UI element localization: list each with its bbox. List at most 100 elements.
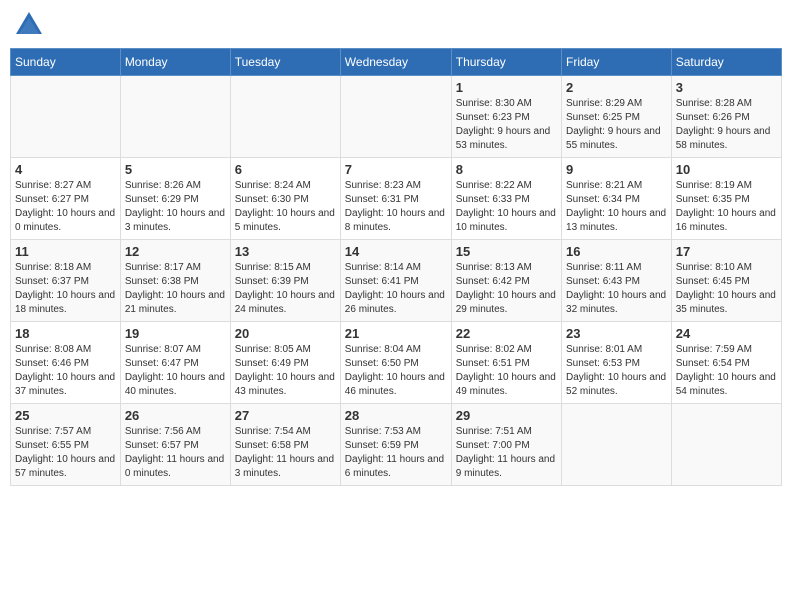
day-info: Sunrise: 8:28 AM Sunset: 6:26 PM Dayligh… — [676, 97, 777, 153]
day-info: Sunrise: 8:15 AM Sunset: 6:39 PM Dayligh… — [235, 261, 336, 317]
day-number: 16 — [566, 244, 667, 259]
day-info: Sunrise: 8:05 AM Sunset: 6:49 PM Dayligh… — [235, 343, 336, 399]
calendar-cell — [562, 404, 672, 486]
day-info: Sunrise: 8:22 AM Sunset: 6:33 PM Dayligh… — [456, 179, 557, 235]
day-info: Sunrise: 8:23 AM Sunset: 6:31 PM Dayligh… — [345, 179, 447, 235]
day-of-week-header: Tuesday — [230, 49, 340, 76]
day-number: 7 — [345, 162, 447, 177]
day-number: 23 — [566, 326, 667, 341]
day-info: Sunrise: 8:13 AM Sunset: 6:42 PM Dayligh… — [456, 261, 557, 317]
day-info: Sunrise: 8:04 AM Sunset: 6:50 PM Dayligh… — [345, 343, 447, 399]
calendar-table: SundayMondayTuesdayWednesdayThursdayFrid… — [10, 48, 782, 486]
calendar-cell: 18 Sunrise: 8:08 AM Sunset: 6:46 PM Dayli… — [11, 322, 121, 404]
calendar-cell — [120, 76, 230, 158]
logo — [14, 10, 48, 40]
day-number: 9 — [566, 162, 667, 177]
day-of-week-header: Sunday — [11, 49, 121, 76]
calendar-week-row: 25 Sunrise: 7:57 AM Sunset: 6:55 PM Dayli… — [11, 404, 782, 486]
day-number: 27 — [235, 408, 336, 423]
day-info: Sunrise: 8:19 AM Sunset: 6:35 PM Dayligh… — [676, 179, 777, 235]
calendar-cell: 12 Sunrise: 8:17 AM Sunset: 6:38 PM Dayli… — [120, 240, 230, 322]
calendar-cell: 9 Sunrise: 8:21 AM Sunset: 6:34 PM Daylig… — [562, 158, 672, 240]
day-info: Sunrise: 7:51 AM Sunset: 7:00 PM Dayligh… — [456, 425, 557, 481]
page-header — [10, 10, 782, 40]
day-number: 8 — [456, 162, 557, 177]
calendar-cell: 21 Sunrise: 8:04 AM Sunset: 6:50 PM Dayli… — [340, 322, 451, 404]
calendar-cell — [340, 76, 451, 158]
day-number: 15 — [456, 244, 557, 259]
calendar-cell: 22 Sunrise: 8:02 AM Sunset: 6:51 PM Dayli… — [451, 322, 561, 404]
day-number: 24 — [676, 326, 777, 341]
day-of-week-header: Saturday — [671, 49, 781, 76]
calendar-week-row: 11Sunrise: 8:18 AM Sunset: 6:37 PM Dayli… — [11, 240, 782, 322]
calendar-cell: 26 Sunrise: 7:56 AM Sunset: 6:57 PM Dayli… — [120, 404, 230, 486]
day-number: 14 — [345, 244, 447, 259]
day-info: Sunrise: 8:27 AM Sunset: 6:27 PM Dayligh… — [15, 179, 116, 235]
calendar-cell: 5Sunrise: 8:26 AM Sunset: 6:29 PM Daylig… — [120, 158, 230, 240]
calendar-cell: 28 Sunrise: 7:53 AM Sunset: 6:59 PM Dayli… — [340, 404, 451, 486]
day-info: Sunrise: 8:07 AM Sunset: 6:47 PM Dayligh… — [125, 343, 226, 399]
calendar-cell: 2Sunrise: 8:29 AM Sunset: 6:25 PM Daylig… — [562, 76, 672, 158]
calendar-cell: 15 Sunrise: 8:13 AM Sunset: 6:42 PM Dayli… — [451, 240, 561, 322]
calendar-cell: 3 Sunrise: 8:28 AM Sunset: 6:26 PM Daylig… — [671, 76, 781, 158]
day-number: 20 — [235, 326, 336, 341]
day-number: 18 — [15, 326, 116, 341]
calendar-cell: 10 Sunrise: 8:19 AM Sunset: 6:35 PM Dayli… — [671, 158, 781, 240]
day-info: Sunrise: 8:10 AM Sunset: 6:45 PM Dayligh… — [676, 261, 777, 317]
day-info: Sunrise: 8:18 AM Sunset: 6:37 PM Dayligh… — [15, 261, 116, 317]
calendar-cell: 6 Sunrise: 8:24 AM Sunset: 6:30 PM Daylig… — [230, 158, 340, 240]
calendar-cell: 14Sunrise: 8:14 AM Sunset: 6:41 PM Dayli… — [340, 240, 451, 322]
day-info: Sunrise: 7:57 AM Sunset: 6:55 PM Dayligh… — [15, 425, 116, 481]
day-number: 21 — [345, 326, 447, 341]
day-of-week-header: Monday — [120, 49, 230, 76]
day-number: 6 — [235, 162, 336, 177]
calendar-cell: 20 Sunrise: 8:05 AM Sunset: 6:49 PM Dayli… — [230, 322, 340, 404]
day-number: 12 — [125, 244, 226, 259]
calendar-week-row: 18 Sunrise: 8:08 AM Sunset: 6:46 PM Dayli… — [11, 322, 782, 404]
calendar-cell: 29 Sunrise: 7:51 AM Sunset: 7:00 PM Dayli… — [451, 404, 561, 486]
day-number: 2 — [566, 80, 667, 95]
day-info: Sunrise: 8:24 AM Sunset: 6:30 PM Dayligh… — [235, 179, 336, 235]
day-number: 17 — [676, 244, 777, 259]
day-number: 3 — [676, 80, 777, 95]
day-info: Sunrise: 7:54 AM Sunset: 6:58 PM Dayligh… — [235, 425, 336, 481]
day-number: 26 — [125, 408, 226, 423]
day-number: 19 — [125, 326, 226, 341]
day-info: Sunrise: 7:53 AM Sunset: 6:59 PM Dayligh… — [345, 425, 447, 481]
day-number: 28 — [345, 408, 447, 423]
day-number: 29 — [456, 408, 557, 423]
calendar-cell: 17 Sunrise: 8:10 AM Sunset: 6:45 PM Dayli… — [671, 240, 781, 322]
calendar-cell: 19 Sunrise: 8:07 AM Sunset: 6:47 PM Dayli… — [120, 322, 230, 404]
day-info: Sunrise: 8:26 AM Sunset: 6:29 PM Dayligh… — [125, 179, 226, 235]
calendar-cell — [11, 76, 121, 158]
day-number: 22 — [456, 326, 557, 341]
calendar-cell — [230, 76, 340, 158]
day-of-week-header: Thursday — [451, 49, 561, 76]
day-info: Sunrise: 8:08 AM Sunset: 6:46 PM Dayligh… — [15, 343, 116, 399]
day-info: Sunrise: 8:01 AM Sunset: 6:53 PM Dayligh… — [566, 343, 667, 399]
day-number: 4 — [15, 162, 116, 177]
day-of-week-header: Wednesday — [340, 49, 451, 76]
day-number: 10 — [676, 162, 777, 177]
calendar-week-row: 1Sunrise: 8:30 AM Sunset: 6:23 PM Daylig… — [11, 76, 782, 158]
calendar-cell: 13Sunrise: 8:15 AM Sunset: 6:39 PM Dayli… — [230, 240, 340, 322]
day-number: 25 — [15, 408, 116, 423]
logo-icon — [14, 10, 44, 40]
day-of-week-header: Friday — [562, 49, 672, 76]
day-info: Sunrise: 7:59 AM Sunset: 6:54 PM Dayligh… — [676, 343, 777, 399]
calendar-cell: 27 Sunrise: 7:54 AM Sunset: 6:58 PM Dayli… — [230, 404, 340, 486]
calendar-cell: 25 Sunrise: 7:57 AM Sunset: 6:55 PM Dayli… — [11, 404, 121, 486]
day-info: Sunrise: 7:56 AM Sunset: 6:57 PM Dayligh… — [125, 425, 226, 481]
day-info: Sunrise: 8:02 AM Sunset: 6:51 PM Dayligh… — [456, 343, 557, 399]
day-info: Sunrise: 8:11 AM Sunset: 6:43 PM Dayligh… — [566, 261, 667, 317]
calendar-cell: 23 Sunrise: 8:01 AM Sunset: 6:53 PM Dayli… — [562, 322, 672, 404]
calendar-cell: 16 Sunrise: 8:11 AM Sunset: 6:43 PM Dayli… — [562, 240, 672, 322]
day-info: Sunrise: 8:30 AM Sunset: 6:23 PM Dayligh… — [456, 97, 557, 153]
day-info: Sunrise: 8:17 AM Sunset: 6:38 PM Dayligh… — [125, 261, 226, 317]
calendar-cell — [671, 404, 781, 486]
calendar-header-row: SundayMondayTuesdayWednesdayThursdayFrid… — [11, 49, 782, 76]
calendar-cell: 1Sunrise: 8:30 AM Sunset: 6:23 PM Daylig… — [451, 76, 561, 158]
calendar-cell: 4 Sunrise: 8:27 AM Sunset: 6:27 PM Daylig… — [11, 158, 121, 240]
day-info: Sunrise: 8:21 AM Sunset: 6:34 PM Dayligh… — [566, 179, 667, 235]
calendar-cell: 11Sunrise: 8:18 AM Sunset: 6:37 PM Dayli… — [11, 240, 121, 322]
